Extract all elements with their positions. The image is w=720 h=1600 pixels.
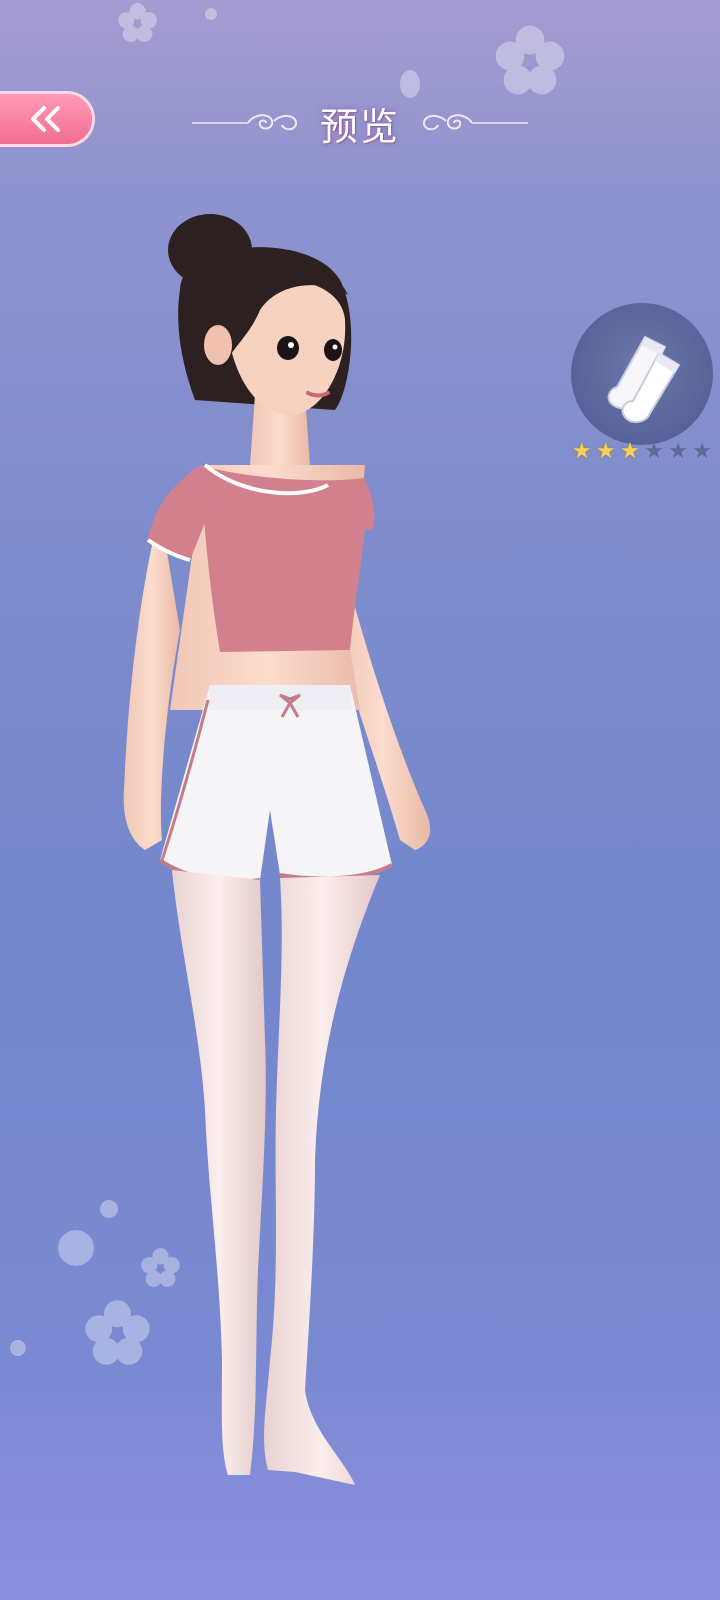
cherry-blossom-decoration <box>118 3 157 42</box>
back-button[interactable] <box>0 94 92 144</box>
bokeh-dot <box>205 8 217 20</box>
star-filled-icon: ★ <box>620 439 640 464</box>
double-chevron-left-icon <box>31 106 60 132</box>
bokeh-dot <box>58 1230 94 1266</box>
header: 预览 <box>180 98 540 149</box>
left-ornament-icon <box>191 114 297 131</box>
cherry-blossom-decoration <box>495 25 565 95</box>
star-filled-icon: ★ <box>596 439 616 464</box>
bokeh-dot <box>400 70 420 98</box>
star-filled-icon: ★ <box>572 439 592 464</box>
white-stockings-icon <box>607 335 681 423</box>
right-ornament-icon <box>422 114 528 131</box>
star-empty-icon: ★ <box>644 439 664 464</box>
page-title: 预览 <box>319 104 400 149</box>
item-slot[interactable] <box>571 303 713 445</box>
star-empty-icon: ★ <box>692 439 712 464</box>
bokeh-dot <box>10 1340 26 1356</box>
rating-stars: ★ ★ ★ ★ ★ ★ <box>572 440 712 464</box>
star-empty-icon: ★ <box>668 439 688 464</box>
character-avatar[interactable] <box>110 210 470 1500</box>
